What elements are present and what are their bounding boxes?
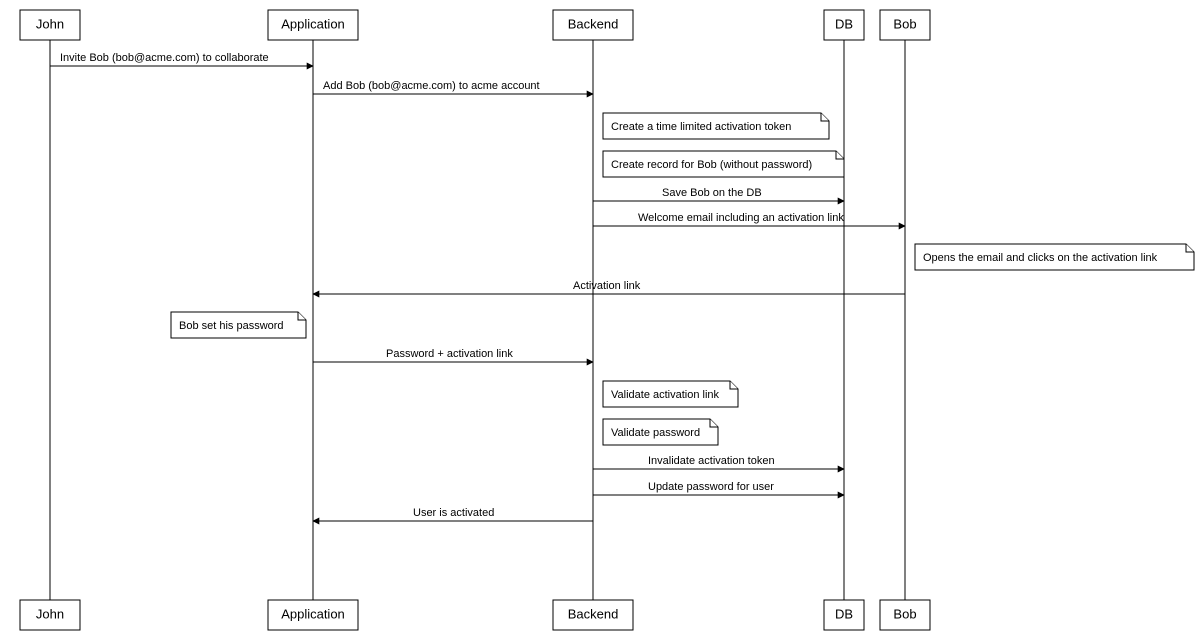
participant-john-top: John: [20, 10, 80, 40]
participant-backend-bottom: Backend: [553, 600, 633, 630]
note-validate-password: Validate password: [603, 419, 718, 445]
note-label: Bob set his password: [179, 320, 284, 332]
message-label: Invalidate activation token: [648, 455, 775, 467]
participant-label: Bob: [893, 16, 916, 31]
note-label: Validate password: [611, 427, 700, 439]
note-set-password: Bob set his password: [171, 312, 306, 338]
note-validate-link: Validate activation link: [603, 381, 738, 407]
participant-backend-top: Backend: [553, 10, 633, 40]
note-label: Create a time limited activation token: [611, 121, 791, 133]
message-label: Add Bob (bob@acme.com) to acme account: [323, 80, 540, 92]
note-create-record: Create record for Bob (without password): [603, 151, 844, 177]
note-opens-email: Opens the email and clicks on the activa…: [915, 244, 1194, 270]
message-label: Activation link: [573, 280, 641, 292]
participant-john-bottom: John: [20, 600, 80, 630]
participant-label: Application: [281, 606, 345, 621]
participant-db-top: DB: [824, 10, 864, 40]
message-label: Save Bob on the DB: [662, 187, 762, 199]
participant-bob-top: Bob: [880, 10, 930, 40]
participant-label: Application: [281, 16, 345, 31]
participant-label: John: [36, 606, 64, 621]
message-label: Password + activation link: [386, 348, 513, 360]
note-label: Opens the email and clicks on the activa…: [923, 252, 1158, 264]
participant-label: Backend: [568, 16, 619, 31]
message-label: Update password for user: [648, 481, 774, 493]
message-label: User is activated: [413, 507, 494, 519]
message-label: Invite Bob (bob@acme.com) to collaborate: [60, 52, 269, 64]
participant-bob-bottom: Bob: [880, 600, 930, 630]
participant-label: Backend: [568, 606, 619, 621]
participant-application-bottom: Application: [268, 600, 358, 630]
note-create-token: Create a time limited activation token: [603, 113, 829, 139]
note-label: Create record for Bob (without password): [611, 159, 812, 171]
participant-label: Bob: [893, 606, 916, 621]
sequence-diagram: John Application Backend DB Bob Invite B…: [0, 0, 1204, 642]
message-label: Welcome email including an activation li…: [638, 212, 844, 224]
participant-label: DB: [835, 16, 853, 31]
participant-label: John: [36, 16, 64, 31]
participant-label: DB: [835, 606, 853, 621]
note-label: Validate activation link: [611, 389, 720, 401]
participant-application-top: Application: [268, 10, 358, 40]
participant-db-bottom: DB: [824, 600, 864, 630]
